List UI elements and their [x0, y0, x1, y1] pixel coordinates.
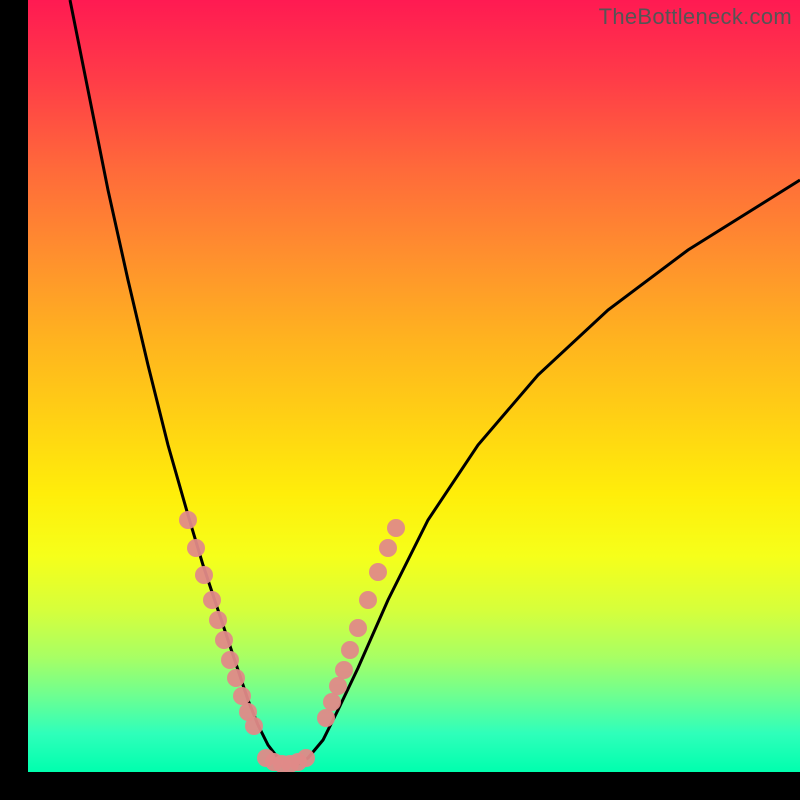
- data-marker: [323, 693, 341, 711]
- data-marker: [297, 749, 315, 767]
- data-marker: [317, 709, 335, 727]
- data-marker: [179, 511, 197, 529]
- data-marker: [215, 631, 233, 649]
- data-marker: [233, 687, 251, 705]
- data-marker: [227, 669, 245, 687]
- chart-svg: [28, 0, 800, 772]
- data-marker: [369, 563, 387, 581]
- data-marker: [387, 519, 405, 537]
- chart-frame: TheBottleneck.com: [28, 0, 800, 772]
- data-marker: [195, 566, 213, 584]
- data-marker: [379, 539, 397, 557]
- data-marker: [359, 591, 377, 609]
- data-marker: [187, 539, 205, 557]
- data-marker: [349, 619, 367, 637]
- data-marker: [341, 641, 359, 659]
- data-marker: [203, 591, 221, 609]
- data-marker: [209, 611, 227, 629]
- watermark-text: TheBottleneck.com: [599, 4, 792, 30]
- bottleneck-curve: [70, 0, 800, 764]
- data-marker: [329, 677, 347, 695]
- data-marker: [221, 651, 239, 669]
- data-marker: [335, 661, 353, 679]
- data-marker: [245, 717, 263, 735]
